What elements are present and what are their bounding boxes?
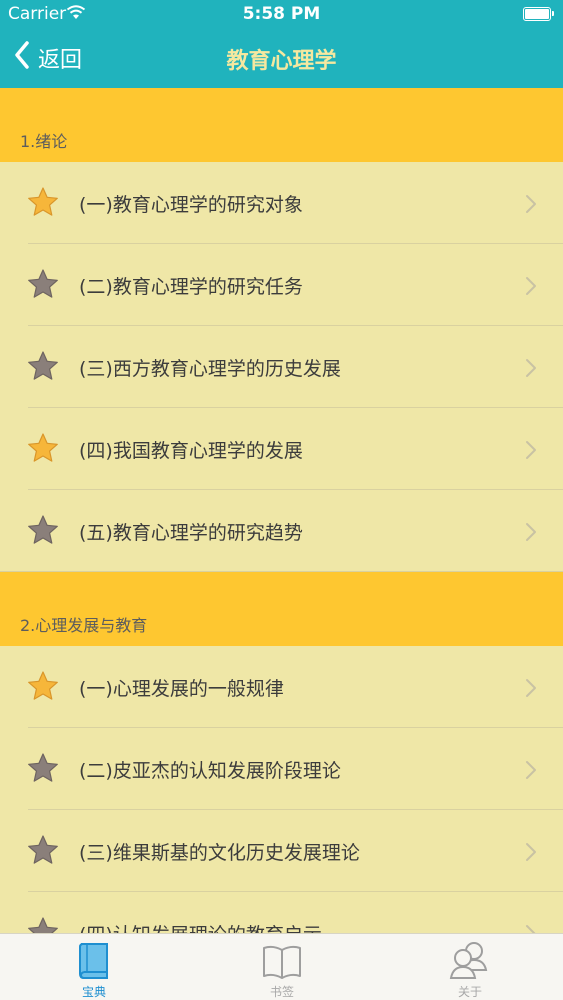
tab-label: 关于 [457, 985, 482, 999]
tab-about[interactable]: 关于 [376, 934, 563, 1000]
list-item-label: (二)教育心理学的研究任务 [79, 276, 303, 298]
list-item-label: (一)心理发展的一般规律 [79, 678, 284, 700]
open-book-icon [260, 938, 304, 986]
tab-label: 宝典 [81, 985, 106, 999]
chevron-right-icon [525, 924, 537, 933]
page-title: 教育心理学 [226, 49, 337, 74]
chevron-right-icon [525, 276, 537, 296]
battery-icon [523, 7, 554, 21]
tab-bookmarks[interactable]: 书签 [188, 934, 376, 1000]
list-item-label: (一)教育心理学的研究对象 [79, 194, 303, 216]
tab-label: 书签 [269, 985, 294, 999]
list-item[interactable]: (三)西方教育心理学的历史发展 [0, 326, 563, 408]
list-item-label: (四)认知发展理论的教育启示 [79, 920, 322, 933]
list-item[interactable]: (二)皮亚杰的认知发展阶段理论 [0, 728, 563, 810]
star-icon[interactable] [27, 670, 59, 702]
list-item-label: (三)西方教育心理学的历史发展 [79, 358, 341, 380]
star-icon[interactable] [27, 186, 59, 218]
list-item-label: (三)维果斯基的文化历史发展理论 [79, 842, 360, 864]
chevron-right-icon [525, 522, 537, 542]
chevron-right-icon [525, 194, 537, 214]
list-item[interactable]: (四)我国教育心理学的发展 [0, 408, 563, 490]
chevron-right-icon [525, 760, 537, 780]
chevron-right-icon [525, 678, 537, 698]
list-item[interactable]: (二)教育心理学的研究任务 [0, 244, 563, 326]
list-item[interactable]: (四)认知发展理论的教育启示 [0, 892, 563, 933]
chapter-list[interactable]: 1.绪论 (一)教育心理学的研究对象 (二)教育心理学的研究任务 (三)西方教育… [0, 88, 563, 933]
section-title: 2.心理发展与教育 [20, 616, 148, 635]
star-icon[interactable] [27, 916, 59, 933]
tab-bar: 宝典 书签 关于 [0, 933, 563, 1000]
nav-bar: 返回 教育心理学 [0, 28, 563, 88]
list-item-label: (五)教育心理学的研究趋势 [79, 522, 303, 544]
list-item[interactable]: (一)教育心理学的研究对象 [0, 162, 563, 244]
chevron-right-icon [525, 358, 537, 378]
chevron-right-icon [525, 842, 537, 862]
star-icon[interactable] [27, 834, 59, 866]
star-icon[interactable] [27, 268, 59, 300]
section-header: 2.心理发展与教育 [0, 572, 563, 646]
list-item-label: (四)我国教育心理学的发展 [79, 440, 303, 462]
star-icon[interactable] [27, 432, 59, 464]
section-header: 1.绪论 [0, 88, 563, 162]
list-item[interactable]: (一)心理发展的一般规律 [0, 646, 563, 728]
tab-baodian[interactable]: 宝典 [0, 934, 188, 1000]
book-icon [72, 938, 116, 986]
star-icon[interactable] [27, 350, 59, 382]
list-item[interactable]: (三)维果斯基的文化历史发展理论 [0, 810, 563, 892]
star-icon[interactable] [27, 752, 59, 784]
status-time: 5:58 PM [242, 4, 321, 24]
star-icon[interactable] [27, 514, 59, 546]
section-title: 1.绪论 [20, 132, 68, 151]
status-bar: Carrier 5:58 PM [0, 0, 563, 28]
people-icon [448, 938, 492, 986]
chevron-right-icon [525, 440, 537, 460]
list-item-label: (二)皮亚杰的认知发展阶段理论 [79, 760, 341, 782]
list-item[interactable]: (五)教育心理学的研究趋势 [0, 490, 563, 572]
